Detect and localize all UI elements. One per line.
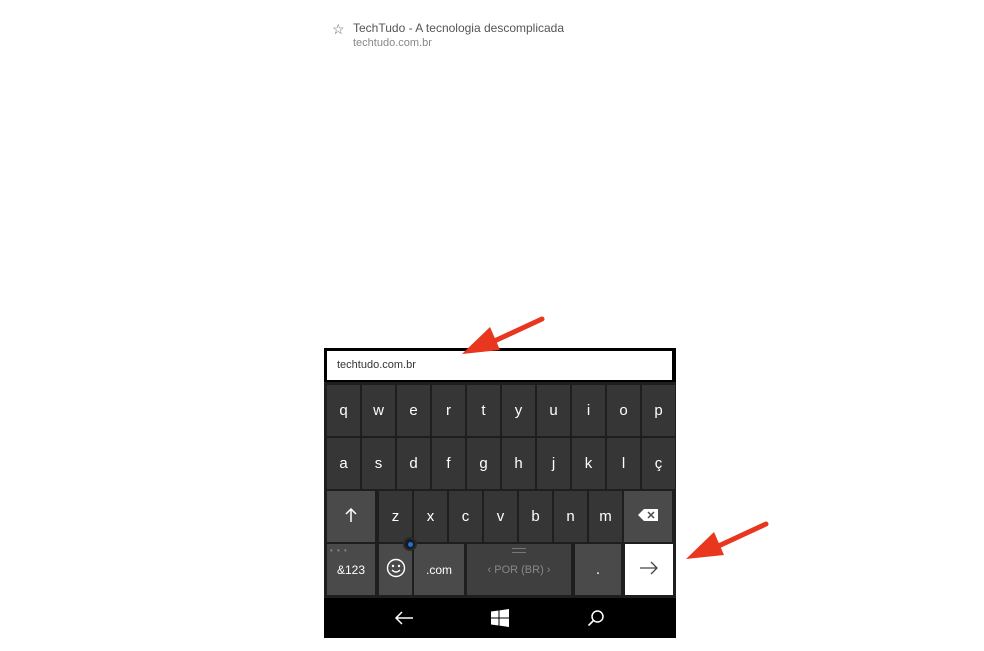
key-l[interactable]: l [606, 437, 641, 490]
search-icon[interactable] [584, 607, 608, 629]
annotation-arrow-address [462, 316, 545, 354]
spacebar-key[interactable]: ‹ POR (BR) › [466, 543, 572, 596]
keyboard-cursor-dot[interactable] [403, 537, 417, 551]
suggestion-url: techtudo.com.br [353, 37, 432, 49]
windows-icon[interactable] [488, 607, 512, 629]
key-m[interactable]: m [588, 490, 623, 543]
key-o[interactable]: o [606, 384, 641, 437]
key-k[interactable]: k [571, 437, 606, 490]
key-g[interactable]: g [466, 437, 501, 490]
dotcom-key[interactable]: .com [413, 543, 465, 596]
key-i[interactable]: i [571, 384, 606, 437]
suggestion-title: TechTudo - A tecnologia descomplicada [353, 21, 565, 35]
on-screen-keyboard: q w e r t y u i o p a s d f g h j k l ç z x c v b n m &123 • • • .com… [324, 382, 676, 598]
key-a[interactable]: a [326, 437, 361, 490]
backspace-key[interactable] [623, 490, 673, 543]
backspace-icon [637, 508, 659, 526]
emoji-key[interactable] [378, 543, 413, 596]
key-ç[interactable]: ç [641, 437, 676, 490]
key-z[interactable]: z [378, 490, 413, 543]
key-f[interactable]: f [431, 437, 466, 490]
shift-key[interactable] [326, 490, 376, 543]
key-s[interactable]: s [361, 437, 396, 490]
phone-screen: techtudo.com.br qwertyuiopasdfghjklçzxcv… [324, 348, 676, 638]
annotation-arrow-enter [686, 521, 769, 559]
key-e[interactable]: e [396, 384, 431, 437]
key-d[interactable]: d [396, 437, 431, 490]
key-v[interactable]: v [483, 490, 518, 543]
enter-arrow-icon [639, 561, 659, 579]
star-icon: ☆ [332, 21, 345, 37]
key-y[interactable]: y [501, 384, 536, 437]
more-dots-icon: • • • [330, 546, 348, 555]
key-t[interactable]: t [466, 384, 501, 437]
navigation-bar [324, 599, 676, 638]
spacebar-handle [512, 548, 526, 553]
key-q[interactable]: q [326, 384, 361, 437]
key-u[interactable]: u [536, 384, 571, 437]
key-w[interactable]: w [361, 384, 396, 437]
period-key[interactable]: . [574, 543, 622, 596]
shift-arrow-icon [344, 507, 358, 527]
emoji-icon [386, 558, 406, 582]
back-icon[interactable] [392, 607, 416, 629]
key-h[interactable]: h [501, 437, 536, 490]
key-p[interactable]: p [641, 384, 676, 437]
key-n[interactable]: n [553, 490, 588, 543]
key-c[interactable]: c [448, 490, 483, 543]
symbols-key[interactable]: &123 • • • [326, 543, 376, 596]
enter-key[interactable] [624, 543, 674, 596]
key-j[interactable]: j [536, 437, 571, 490]
key-b[interactable]: b [518, 490, 553, 543]
key-x[interactable]: x [413, 490, 448, 543]
key-r[interactable]: r [431, 384, 466, 437]
